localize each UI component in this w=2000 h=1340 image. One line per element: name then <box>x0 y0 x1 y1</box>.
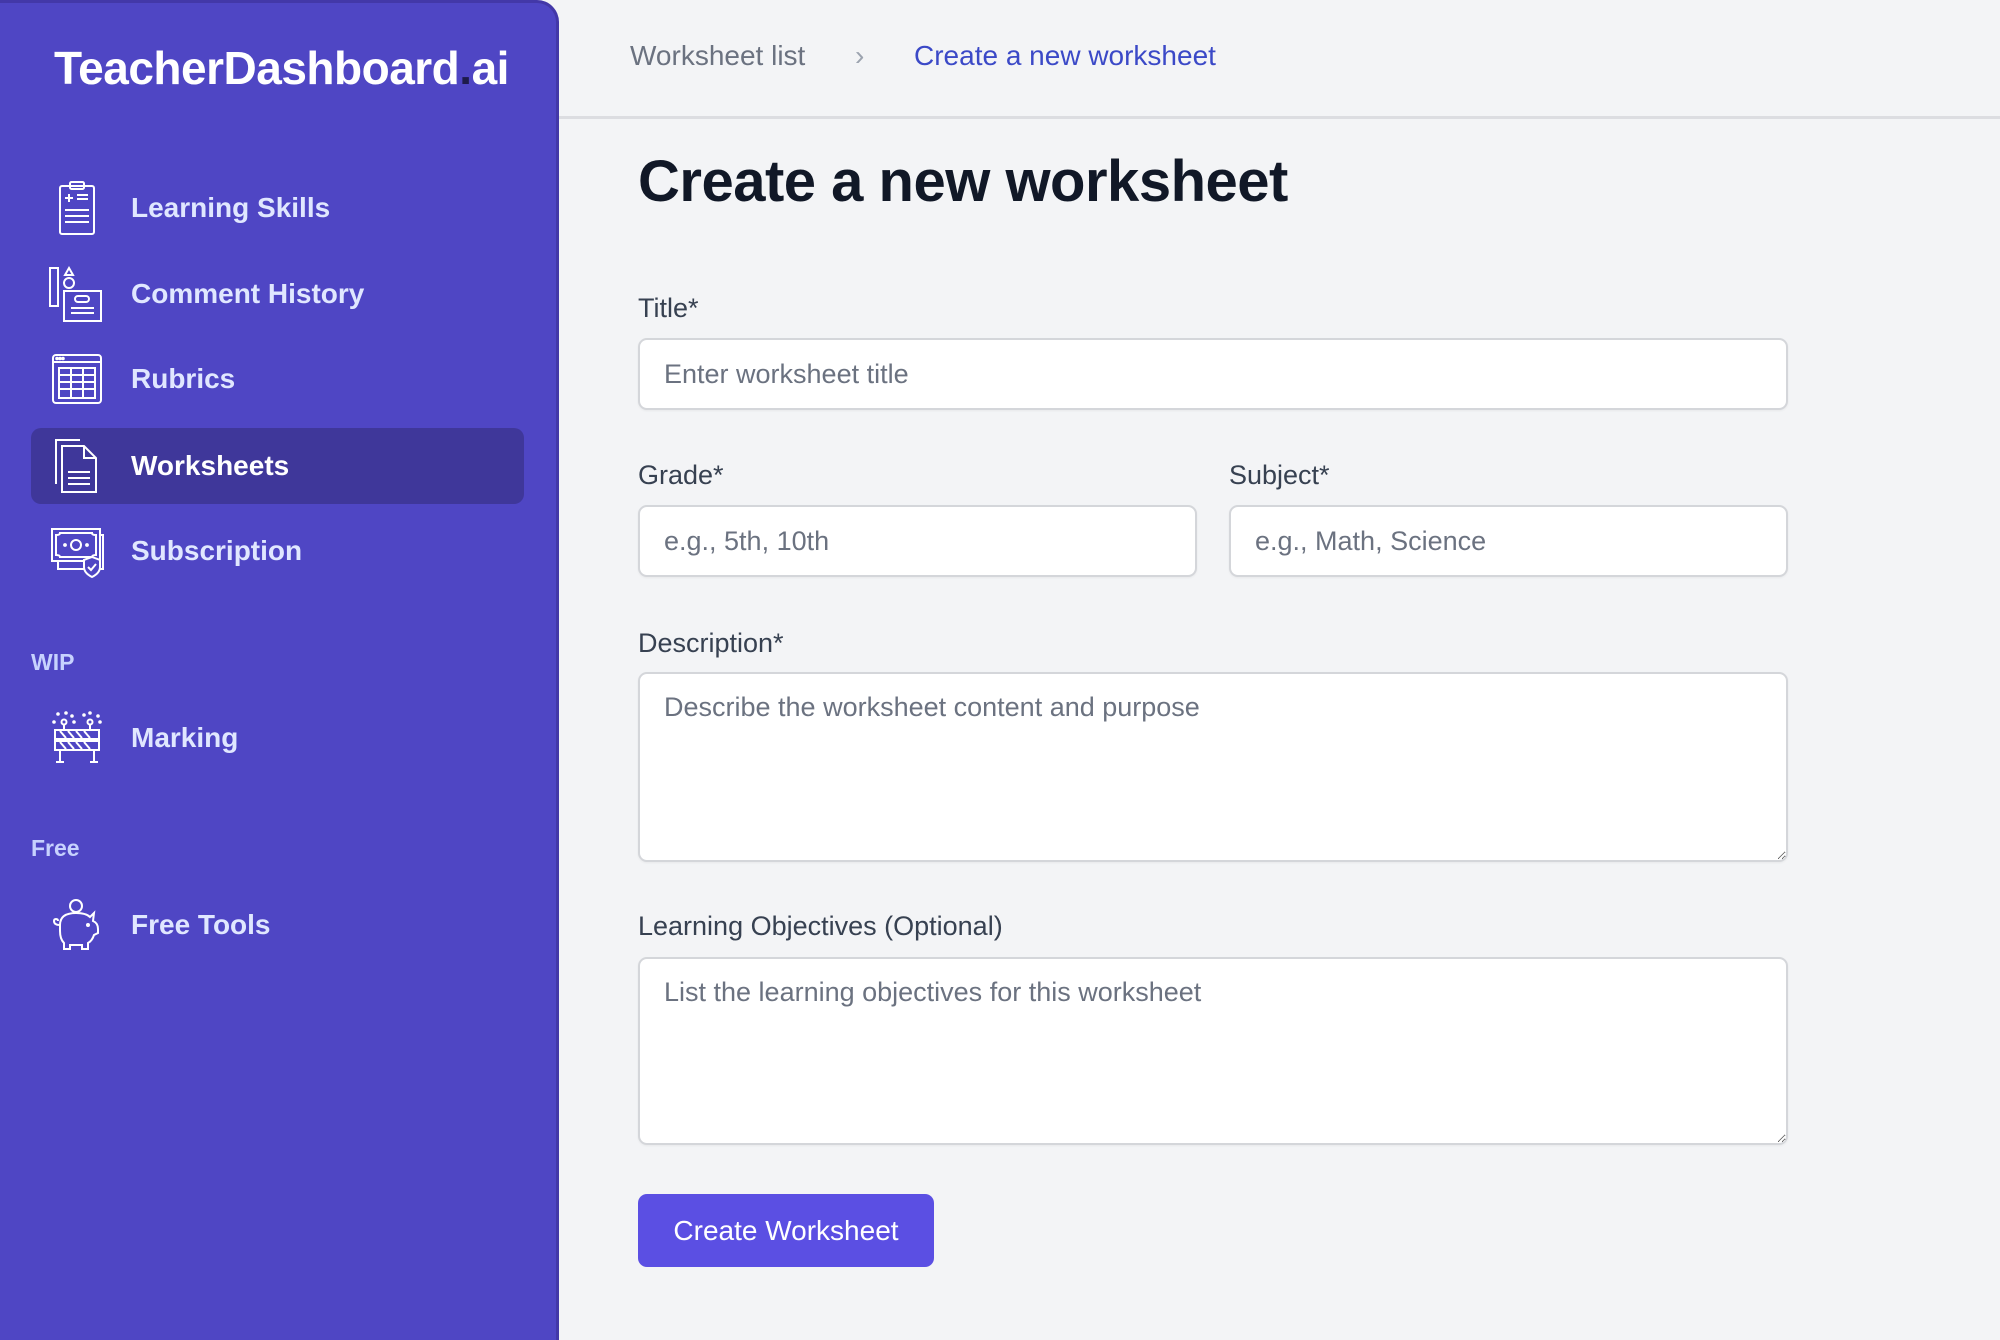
description-label: Description* <box>638 628 784 658</box>
money-shield-icon <box>46 521 106 581</box>
sidebar-item-label: Learning Skills <box>131 192 331 223</box>
sidebar-item-rubrics[interactable]: Rubrics <box>31 341 524 417</box>
chevron-right-icon: › <box>855 40 865 71</box>
logo-main: TeacherDashboard <box>54 42 460 94</box>
top-header: Worksheet list › Create a new worksheet <box>559 0 2000 119</box>
sidebar-item-subscription[interactable]: Subscription <box>31 513 524 589</box>
app-logo[interactable]: TeacherDashboard.ai <box>54 41 509 95</box>
subject-label: Subject* <box>1229 460 1330 490</box>
breadcrumb-worksheet-list[interactable]: Worksheet list <box>630 40 805 72</box>
sidebar-item-learning-skills[interactable]: Learning Skills <box>31 170 524 246</box>
logo-dot: . <box>459 42 472 94</box>
section-label-wip: WIP <box>31 649 75 675</box>
documents-icon <box>46 436 106 496</box>
learning-objectives-label: Learning Objectives (Optional) <box>638 911 1003 941</box>
section-label-free: Free <box>31 835 80 861</box>
sidebar-item-free-tools[interactable]: Free Tools <box>31 887 524 963</box>
sidebar-item-label: Rubrics <box>131 363 236 394</box>
title-input[interactable] <box>638 338 1788 410</box>
create-worksheet-button[interactable]: Create Worksheet <box>638 1194 934 1267</box>
subject-input[interactable] <box>1229 505 1788 577</box>
description-textarea[interactable] <box>638 672 1788 862</box>
logo-suffix: ai <box>471 42 510 94</box>
grade-input[interactable] <box>638 505 1197 577</box>
sidebar-item-worksheets[interactable]: Worksheets <box>31 428 524 504</box>
learning-objectives-textarea[interactable] <box>638 957 1788 1145</box>
shapes-document-icon <box>46 264 106 324</box>
breadcrumb-current-page[interactable]: Create a new worksheet <box>914 40 1216 72</box>
sidebar: TeacherDashboard.ai Learning Skills Comm… <box>0 0 559 1340</box>
sidebar-item-label: Comment History <box>131 278 365 309</box>
barrier-icon <box>46 708 106 768</box>
title-label: Title* <box>638 293 699 323</box>
table-grid-icon <box>46 349 106 409</box>
piggy-bank-icon <box>46 895 106 955</box>
sidebar-item-label: Free Tools <box>131 909 271 940</box>
sidebar-item-label: Subscription <box>131 535 303 566</box>
sidebar-item-marking[interactable]: Marking <box>31 700 524 776</box>
sidebar-item-label: Marking <box>131 722 239 753</box>
page-title: Create a new worksheet <box>638 149 1288 214</box>
grade-label: Grade* <box>638 460 724 490</box>
sidebar-item-label: Worksheets <box>131 450 290 481</box>
clipboard-icon <box>46 178 106 238</box>
sidebar-item-comment-history[interactable]: Comment History <box>31 256 524 332</box>
